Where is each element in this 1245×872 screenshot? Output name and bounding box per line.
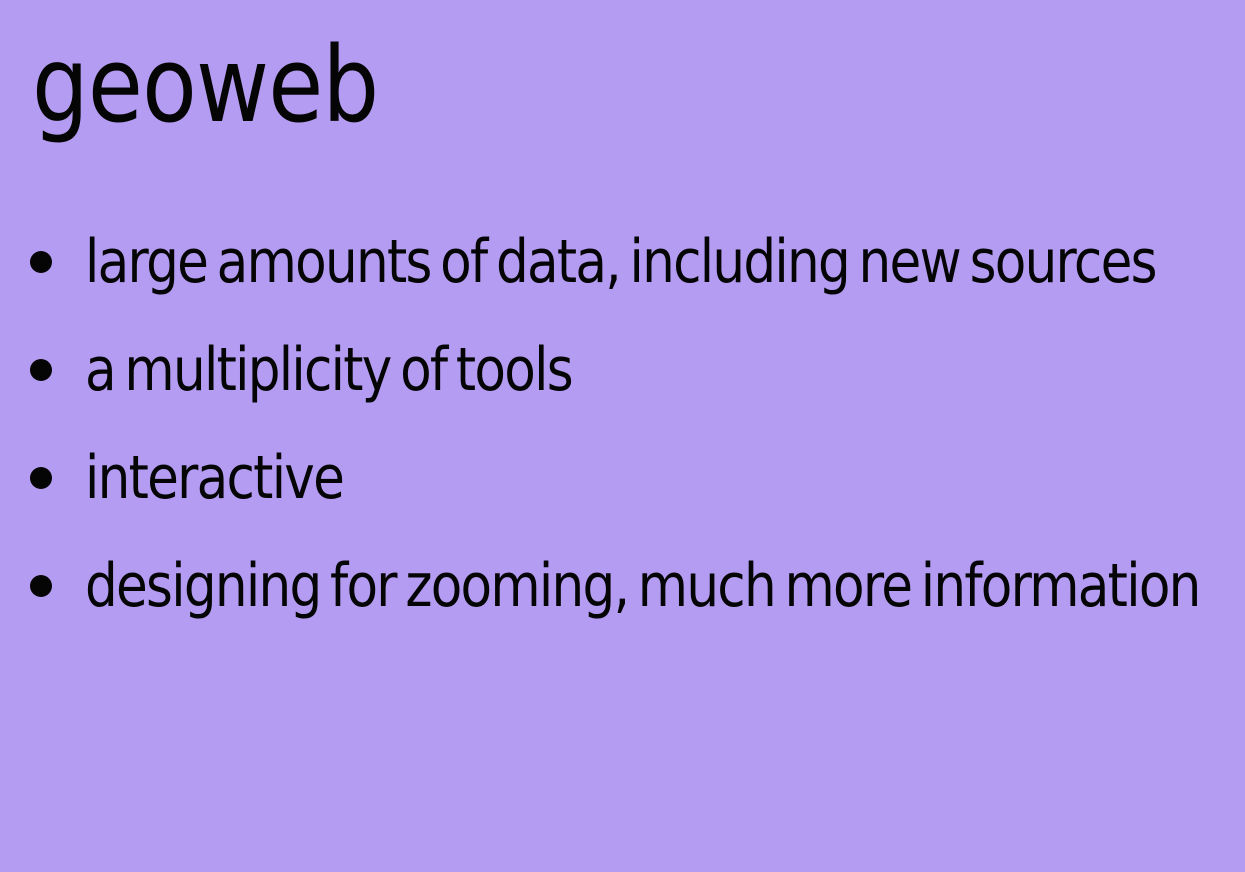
bullet-item: designing for zooming, much more informa… <box>30 532 1235 640</box>
slide: geoweb large amounts of data, including … <box>0 0 1245 872</box>
bullet-dot-icon <box>30 359 52 381</box>
bullet-dot-icon <box>30 575 52 597</box>
slide-title: geoweb <box>32 24 379 146</box>
bullet-dot-icon <box>30 467 52 489</box>
bullet-item: interactive <box>30 424 1235 532</box>
bullet-item: large amounts of data, including new sou… <box>30 208 1235 316</box>
bullet-text: large amounts of data, including new sou… <box>85 227 1157 297</box>
bullet-item: a multiplicity of tools <box>30 316 1235 424</box>
bullet-dot-icon <box>30 251 52 273</box>
bullet-text: designing for zooming, much more informa… <box>85 551 1201 621</box>
bullet-text: a multiplicity of tools <box>85 335 574 405</box>
bullet-list: large amounts of data, including new sou… <box>30 208 1235 640</box>
bullet-text: interactive <box>85 443 345 513</box>
